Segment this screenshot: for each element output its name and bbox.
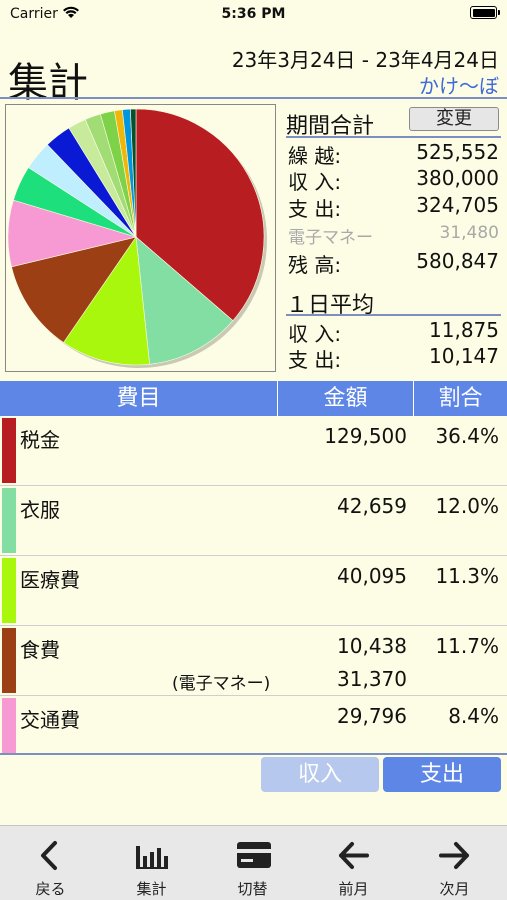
balance-value: 580,847 (416, 249, 499, 273)
category-amount: 40,095 (337, 564, 407, 588)
table-row[interactable]: 食費 10,438 11.7% (電子マネー) 31,370 (0, 626, 507, 696)
balance-row: 残 高: 580,847 (286, 249, 501, 277)
category-name: 医療費 (20, 568, 80, 592)
category-ratio: 12.0% (435, 494, 499, 518)
status-bar: Carrier 5:36 PM (0, 0, 507, 28)
divider (286, 314, 501, 316)
category-name: 税金 (20, 428, 60, 452)
category-amount: 129,500 (324, 424, 407, 448)
tab-bar: 戻る 集計 切替 前月 次月 (0, 825, 507, 900)
expense-toggle-button[interactable]: 支出 (383, 757, 501, 792)
table-row[interactable]: 医療費 40,095 11.3% (0, 556, 507, 626)
tab-previous-month[interactable]: 前月 (303, 826, 404, 900)
category-amount: 29,796 (337, 704, 407, 728)
table-row[interactable]: 交通費 29,796 8.4% (0, 696, 507, 753)
arrow-left-icon (339, 842, 369, 869)
tab-label: 集計 (136, 880, 167, 898)
tab-label: 前月 (338, 880, 369, 898)
date-range: 23年3月24日 - 23年4月24日 (231, 48, 499, 72)
income-row: 収 入: 380,000 (286, 166, 501, 194)
carryover-row: 繰 越: 525,552 (286, 140, 501, 168)
arrow-right-icon (439, 842, 469, 869)
daily-income-label: 収 入: (288, 322, 342, 346)
tab-label: 次月 (439, 880, 470, 898)
divider (0, 753, 507, 755)
battery-icon (470, 6, 500, 19)
card-icon (237, 842, 271, 868)
color-swatch (2, 698, 16, 753)
income-value: 380,000 (416, 166, 499, 190)
divider (0, 97, 507, 99)
balance-label: 残 高: (288, 253, 342, 277)
emoney-sub-label: (電子マネー) (172, 674, 271, 694)
divider (286, 136, 501, 138)
daily-expense-value: 10,147 (429, 344, 499, 368)
category-name: 交通費 (20, 708, 80, 732)
category-amount: 42,659 (337, 494, 407, 518)
category-amount: 10,438 (337, 634, 407, 658)
category-name: 衣服 (20, 498, 60, 522)
tab-back[interactable]: 戻る (0, 826, 101, 900)
daily-income-row: 収 入: 11,875 (286, 318, 501, 346)
account-name[interactable]: かけ〜ぼ (419, 70, 499, 99)
page-title: 集計 (8, 60, 88, 106)
pie-chart (5, 104, 276, 372)
tab-label: 切替 (237, 880, 268, 898)
category-ratio: 11.3% (435, 564, 499, 588)
category-ratio: 8.4% (448, 704, 499, 728)
category-column-header[interactable]: 費目 (0, 381, 278, 416)
chevron-left-icon (41, 841, 57, 870)
income-toggle-button[interactable]: 収入 (261, 757, 379, 792)
income-label: 収 入: (288, 170, 342, 194)
tab-switch[interactable]: 切替 (202, 826, 303, 900)
color-swatch (2, 488, 16, 553)
emoney-label: 電子マネー (288, 228, 373, 248)
bar-chart-icon (136, 846, 168, 869)
tab-label: 戻る (35, 880, 66, 898)
carryover-label: 繰 越: (288, 144, 342, 168)
emoney-sub-amount: 31,370 (337, 667, 407, 691)
expense-row: 支 出: 324,705 (286, 193, 501, 221)
emoney-value: 31,480 (439, 223, 499, 243)
tab-next-month[interactable]: 次月 (404, 826, 505, 900)
daily-income-value: 11,875 (429, 318, 499, 342)
category-name: 食費 (20, 638, 60, 662)
carryover-value: 525,552 (416, 140, 499, 164)
expense-label: 支 出: (288, 197, 342, 221)
daily-expense-label: 支 出: (288, 348, 342, 372)
emoney-row: 電子マネー 31,480 (286, 223, 501, 249)
color-swatch (2, 418, 16, 483)
expense-value: 324,705 (416, 193, 499, 217)
color-swatch (2, 628, 16, 693)
color-swatch (2, 558, 16, 623)
table-row[interactable]: 税金 129,500 36.4% (0, 416, 507, 486)
category-ratio: 11.7% (435, 634, 499, 658)
daily-expense-row: 支 出: 10,147 (286, 344, 501, 372)
clock: 5:36 PM (221, 6, 286, 22)
ratio-column-header[interactable]: 割合 (414, 381, 507, 416)
category-ratio: 36.4% (435, 424, 499, 448)
amount-column-header[interactable]: 金額 (278, 381, 414, 416)
table-row[interactable]: 衣服 42,659 12.0% (0, 486, 507, 556)
change-button[interactable]: 変更 (409, 107, 499, 131)
tab-summary[interactable]: 集計 (101, 826, 202, 900)
table-header: 費目 金額 割合 (0, 381, 507, 416)
